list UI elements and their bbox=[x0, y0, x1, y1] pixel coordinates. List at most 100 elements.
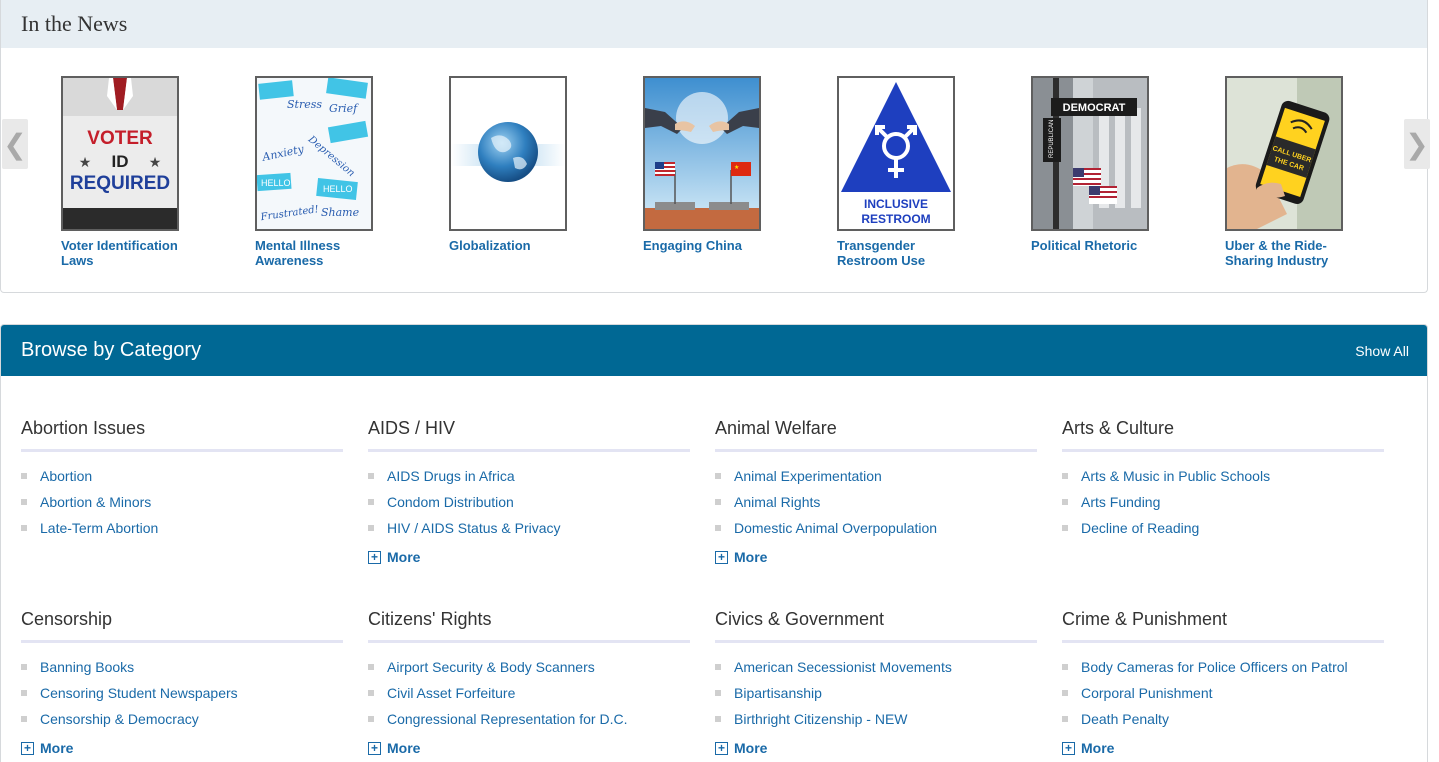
category-link[interactable]: Bipartisanship bbox=[734, 685, 822, 701]
chevron-left-icon: ❮ bbox=[3, 127, 27, 161]
news-item-label[interactable]: Political Rhetoric bbox=[1031, 238, 1166, 253]
category-citizens-rights: Citizens' Rights Airport Security & Body… bbox=[368, 608, 690, 756]
news-item-label[interactable]: Transgender Restroom Use bbox=[837, 238, 972, 268]
category-civics-government: Civics & Government American Secessionis… bbox=[715, 608, 1037, 756]
category-link[interactable]: Congressional Representation for D.C. bbox=[387, 711, 627, 727]
category-link-list: Banning Books Censoring Student Newspape… bbox=[21, 654, 343, 732]
news-thumbnail-mental-illness[interactable]: Stress Grief Anxiety Depression HELLO HE… bbox=[255, 76, 373, 231]
plus-icon: + bbox=[715, 741, 728, 755]
category-link[interactable]: Censoring Student Newspapers bbox=[40, 685, 238, 701]
more-button[interactable]: + More bbox=[1062, 740, 1384, 756]
category-link-list: Arts & Music in Public Schools Arts Fund… bbox=[1062, 463, 1384, 541]
news-thumbnail-uber[interactable]: CALL UBER THE CAR bbox=[1225, 76, 1343, 231]
category-crime-punishment: Crime & Punishment Body Cameras for Poli… bbox=[1062, 608, 1384, 756]
more-button[interactable]: + More bbox=[715, 549, 1037, 565]
plus-icon: + bbox=[21, 741, 34, 755]
bullet-icon bbox=[21, 525, 27, 531]
bullet-icon bbox=[368, 664, 374, 670]
plus-icon: + bbox=[368, 550, 381, 564]
browse-header: Browse by Category Show All bbox=[1, 325, 1427, 376]
more-button[interactable]: + More bbox=[715, 740, 1037, 756]
more-button[interactable]: + More bbox=[368, 740, 690, 756]
thumb-text: DEMOCRAT bbox=[1063, 102, 1126, 114]
category-title: Animal Welfare bbox=[715, 417, 1037, 452]
list-item: Civil Asset Forfeiture bbox=[368, 680, 690, 706]
news-item-label[interactable]: Mental Illness Awareness bbox=[255, 238, 390, 268]
svg-text:★: ★ bbox=[79, 154, 92, 170]
thumb-text: ID bbox=[112, 152, 129, 171]
bullet-icon bbox=[715, 499, 721, 505]
category-link[interactable]: Abortion bbox=[40, 468, 92, 484]
carousel-next-button[interactable]: ❯ bbox=[1404, 119, 1430, 169]
category-link[interactable]: Body Cameras for Police Officers on Patr… bbox=[1081, 659, 1348, 675]
category-link[interactable]: Animal Rights bbox=[734, 494, 820, 510]
thumb-text: RESTROOM bbox=[861, 212, 930, 226]
category-title: Citizens' Rights bbox=[368, 608, 690, 643]
news-item-label[interactable]: Voter Identification Laws bbox=[61, 238, 196, 268]
category-link[interactable]: Condom Distribution bbox=[387, 494, 514, 510]
bullet-icon bbox=[1062, 473, 1068, 479]
news-item: ★ Engaging China bbox=[643, 76, 783, 253]
news-item-label[interactable]: Uber & the Ride-Sharing Industry bbox=[1225, 238, 1360, 268]
bullet-icon bbox=[21, 473, 27, 479]
category-title: Censorship bbox=[21, 608, 343, 643]
category-link[interactable]: Airport Security & Body Scanners bbox=[387, 659, 595, 675]
news-item-label[interactable]: Globalization bbox=[449, 238, 584, 253]
mental-illness-image: Stress Grief Anxiety Depression HELLO HE… bbox=[257, 78, 371, 229]
bullet-icon bbox=[715, 473, 721, 479]
svg-text:★: ★ bbox=[149, 154, 162, 170]
more-button[interactable]: + More bbox=[21, 740, 343, 756]
category-link[interactable]: Arts & Music in Public Schools bbox=[1081, 468, 1270, 484]
list-item: AIDS Drugs in Africa bbox=[368, 463, 690, 489]
show-all-link[interactable]: Show All bbox=[1355, 343, 1409, 359]
more-label: More bbox=[387, 740, 421, 756]
more-button[interactable]: + More bbox=[368, 549, 690, 565]
list-item: Bipartisanship bbox=[715, 680, 1037, 706]
category-link[interactable]: Censorship & Democracy bbox=[40, 711, 199, 727]
news-thumbnail-transgender-restroom[interactable]: INCLUSIVE RESTROOM bbox=[837, 76, 955, 231]
category-link[interactable]: Abortion & Minors bbox=[40, 494, 151, 510]
handshake-flags-image: ★ bbox=[645, 78, 759, 229]
list-item: Abortion bbox=[21, 463, 343, 489]
bullet-icon bbox=[715, 525, 721, 531]
news-thumbnail-voter-id[interactable]: VOTER ID ★ ★ REQUIRED bbox=[61, 76, 179, 231]
news-thumbnail-globalization[interactable] bbox=[449, 76, 567, 231]
category-link[interactable]: Death Penalty bbox=[1081, 711, 1169, 727]
list-item: Birthright Citizenship - NEW bbox=[715, 706, 1037, 732]
category-link[interactable]: Birthright Citizenship - NEW bbox=[734, 711, 908, 727]
list-item: Censoring Student Newspapers bbox=[21, 680, 343, 706]
category-title: AIDS / HIV bbox=[368, 417, 690, 452]
list-item: Animal Experimentation bbox=[715, 463, 1037, 489]
more-label: More bbox=[734, 549, 768, 565]
category-link[interactable]: HIV / AIDS Status & Privacy bbox=[387, 520, 561, 536]
list-item: American Secessionist Movements bbox=[715, 654, 1037, 680]
category-link[interactable]: Corporal Punishment bbox=[1081, 685, 1213, 701]
category-link[interactable]: Decline of Reading bbox=[1081, 520, 1199, 536]
category-link[interactable]: Civil Asset Forfeiture bbox=[387, 685, 515, 701]
bullet-icon bbox=[715, 690, 721, 696]
plus-icon: + bbox=[368, 741, 381, 755]
category-link[interactable]: Late-Term Abortion bbox=[40, 520, 158, 536]
thumb-text: HELLO bbox=[261, 178, 291, 188]
thumb-text: REQUIRED bbox=[70, 173, 170, 194]
news-thumbnail-political-rhetoric[interactable]: DEMOCRAT REPUBLICAN bbox=[1031, 76, 1149, 231]
category-link[interactable]: Banning Books bbox=[40, 659, 134, 675]
list-item: Corporal Punishment bbox=[1062, 680, 1384, 706]
list-item: Condom Distribution bbox=[368, 489, 690, 515]
category-link[interactable]: American Secessionist Movements bbox=[734, 659, 952, 675]
carousel-prev-button[interactable]: ❮ bbox=[2, 119, 28, 169]
thumb-text: HELLO bbox=[323, 184, 353, 194]
category-link[interactable]: Domestic Animal Overpopulation bbox=[734, 520, 937, 536]
news-thumbnail-engaging-china[interactable]: ★ bbox=[643, 76, 761, 231]
news-item: Stress Grief Anxiety Depression HELLO HE… bbox=[255, 76, 395, 268]
bullet-icon bbox=[1062, 690, 1068, 696]
category-link[interactable]: AIDS Drugs in Africa bbox=[387, 468, 515, 484]
category-link[interactable]: Animal Experimentation bbox=[734, 468, 882, 484]
category-link[interactable]: Arts Funding bbox=[1081, 494, 1160, 510]
category-title: Arts & Culture bbox=[1062, 417, 1384, 452]
news-item: CALL UBER THE CAR Uber & the Ride-Sharin… bbox=[1225, 76, 1365, 268]
chevron-right-icon: ❯ bbox=[1405, 127, 1429, 161]
news-item-label[interactable]: Engaging China bbox=[643, 238, 778, 253]
bullet-icon bbox=[21, 664, 27, 670]
category-aids-hiv: AIDS / HIV AIDS Drugs in Africa Condom D… bbox=[368, 417, 690, 565]
